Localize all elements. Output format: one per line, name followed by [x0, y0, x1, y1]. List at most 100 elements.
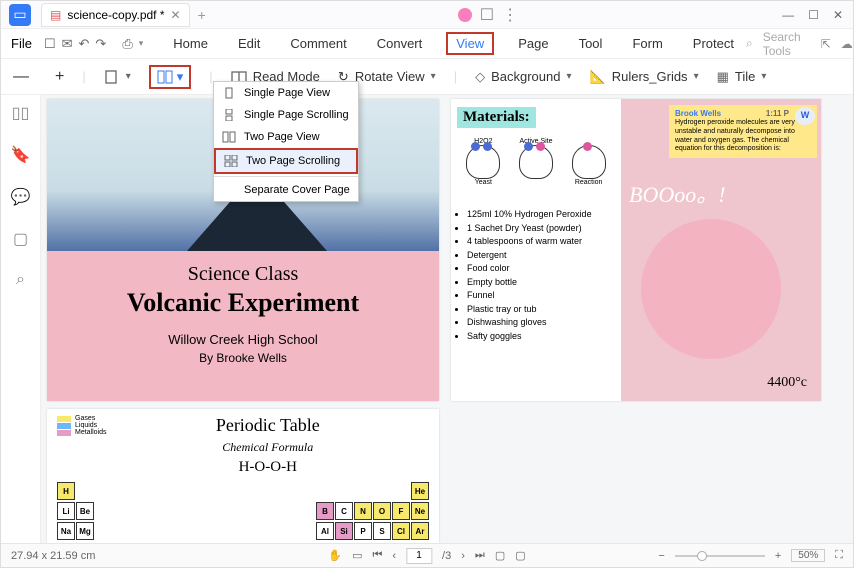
dd-two-page-scrolling[interactable]: Two Page Scrolling	[214, 148, 358, 174]
two-page-view-icon	[222, 131, 236, 143]
dd-single-page-view[interactable]: Single Page View	[214, 82, 358, 104]
print-caret[interactable]: ▾	[139, 38, 144, 49]
page1-title: Volcanic Experiment	[47, 288, 439, 318]
rulers-label: Rulers_Grids	[612, 69, 688, 84]
tab-tool[interactable]: Tool	[573, 32, 609, 55]
side-panel: ▯▯ 🔖 💬 ▢ ⌕	[1, 95, 41, 543]
zoom-in-button[interactable]: +	[55, 68, 64, 86]
tab-edit[interactable]: Edit	[232, 32, 266, 55]
zoom-thumb[interactable]	[697, 551, 707, 561]
document-viewport[interactable]: Science Class Volcanic Experiment Willow…	[41, 95, 853, 543]
word-badge-icon: W	[795, 107, 815, 125]
reaction-diagram: H2O2Yeast Active Site Reaction	[457, 138, 615, 208]
last-page-button[interactable]: ⏭	[475, 549, 485, 562]
periodic-title: Periodic Table	[107, 415, 429, 436]
page-layout-button[interactable]: ▾	[149, 65, 192, 89]
next-page-button[interactable]: ›	[461, 550, 465, 562]
single-page-icon	[222, 87, 236, 99]
fit-page-button[interactable]: ▾	[104, 70, 131, 84]
close-window-button[interactable]: ✕	[833, 8, 843, 22]
sticky-note[interactable]: W Brook Wells 1:11 P Hydrogen peroxide m…	[669, 105, 817, 158]
menu-bar: File ☐ ✉ ↶ ↷ ⎙ ▾ Home Edit Comment Conve…	[1, 29, 853, 59]
account-icon[interactable]	[458, 8, 472, 22]
undo-icon[interactable]: ↶	[79, 36, 90, 52]
periodic-formula: H-O-O-H	[107, 459, 429, 476]
tab-view[interactable]: View	[446, 32, 494, 55]
document-tab[interactable]: ▤ science-copy.pdf * ✕	[41, 3, 190, 27]
note-time: 1:11 P	[766, 109, 789, 119]
tile-button[interactable]: ▦ Tile ▾	[717, 69, 767, 85]
tab-form[interactable]: Form	[626, 32, 668, 55]
new-tab-button[interactable]: +	[198, 7, 206, 23]
select-tool-icon[interactable]: ▭	[352, 549, 362, 562]
zoom-out-button[interactable]: —	[13, 68, 29, 86]
background-label: Background	[491, 69, 560, 84]
tile-label: Tile	[735, 69, 755, 84]
fit-height-icon[interactable]: ▢	[515, 549, 525, 562]
search-placeholder[interactable]: Search Tools	[763, 30, 801, 58]
page1-author: By Brooke Wells	[47, 351, 439, 365]
notification-icon[interactable]: ☐	[480, 5, 494, 25]
rulers-grids-button[interactable]: 📐 Rulers_Grids ▾	[590, 69, 699, 85]
dd-two-page-view[interactable]: Two Page View	[214, 126, 358, 148]
app-icon: ▭	[9, 4, 31, 26]
tab-convert[interactable]: Convert	[371, 32, 429, 55]
print-icon[interactable]: ⎙	[122, 36, 132, 52]
file-menu[interactable]: File	[11, 36, 32, 51]
kebab-menu-icon[interactable]: ⋮	[502, 5, 518, 25]
maximize-button[interactable]: ☐	[808, 8, 819, 22]
fullscreen-icon[interactable]: ⛶	[835, 549, 843, 562]
page-number-input[interactable]	[406, 548, 432, 564]
zoom-value[interactable]: 50%	[791, 549, 825, 562]
dd-separate-cover[interactable]: Separate Cover Page	[214, 179, 358, 201]
page1-subtitle: Science Class	[47, 263, 439, 286]
tab-home[interactable]: Home	[167, 32, 214, 55]
tab-comment[interactable]: Comment	[284, 32, 352, 55]
rotate-label: Rotate View	[355, 69, 425, 84]
note-body: Hydrogen peroxide molecules are very uns…	[675, 119, 811, 154]
save-icon[interactable]: ☐	[44, 36, 56, 52]
materials-list: 125ml 10% Hydrogen Peroxide 1 Sachet Dry…	[457, 208, 615, 343]
tab-page[interactable]: Page	[512, 32, 554, 55]
boo-text: BOOoo。!	[629, 177, 726, 209]
attachments-icon[interactable]: ▢	[13, 229, 28, 249]
view-toolbar: — + | ▾ ▾ | Read Mode ↻ Rotate View ▾ | …	[1, 59, 853, 95]
fit-page-icon	[104, 70, 120, 84]
tab-title: science-copy.pdf *	[67, 8, 164, 22]
page-total: /3	[442, 550, 451, 562]
ruler-icon: 📐	[590, 69, 606, 85]
thumbnails-icon[interactable]: ▯▯	[12, 103, 30, 123]
hand-tool-icon[interactable]: ✋	[328, 549, 342, 562]
prev-page-button[interactable]: ‹	[392, 550, 396, 562]
single-scroll-icon	[222, 109, 236, 121]
background-icon: ◇	[475, 69, 485, 85]
two-page-scroll-icon	[224, 155, 238, 167]
mail-icon[interactable]: ✉	[62, 36, 73, 52]
cloud-icon[interactable]: ☁	[841, 37, 853, 51]
comments-icon[interactable]: 💬	[11, 187, 31, 207]
bookmarks-icon[interactable]: 🔖	[11, 145, 31, 165]
search-icon[interactable]: ⌕	[746, 36, 753, 51]
zoom-in-status[interactable]: +	[775, 550, 781, 562]
pink-circle	[641, 219, 781, 359]
close-tab-icon[interactable]: ✕	[171, 8, 181, 22]
note-author: Brook Wells	[675, 109, 721, 118]
periodic-sub: Chemical Formula	[107, 440, 429, 455]
zoom-out-status[interactable]: −	[658, 550, 664, 562]
search-panel-icon[interactable]: ⌕	[16, 271, 25, 289]
redo-icon[interactable]: ↷	[95, 36, 106, 52]
share-icon[interactable]: ⇱	[821, 37, 831, 51]
temperature-label: 4400°c	[767, 375, 807, 391]
pdf-icon: ▤	[50, 8, 61, 22]
minimize-button[interactable]: —	[782, 8, 794, 22]
title-bar: ▭ ▤ science-copy.pdf * ✕ + ☐ ⋮ — ☐ ✕	[1, 1, 853, 29]
first-page-button[interactable]: ⏮	[372, 549, 382, 562]
fit-width-icon[interactable]: ▢	[495, 549, 505, 562]
dd-single-page-scrolling[interactable]: Single Page Scrolling	[214, 104, 358, 126]
tab-protect[interactable]: Protect	[687, 32, 740, 55]
page-dimensions: 27.94 x 21.59 cm	[11, 550, 95, 562]
tile-icon: ▦	[717, 69, 729, 85]
page1-school: Willow Creek High School	[47, 332, 439, 347]
background-button[interactable]: ◇ Background ▾	[475, 69, 571, 85]
zoom-slider[interactable]	[675, 555, 765, 557]
